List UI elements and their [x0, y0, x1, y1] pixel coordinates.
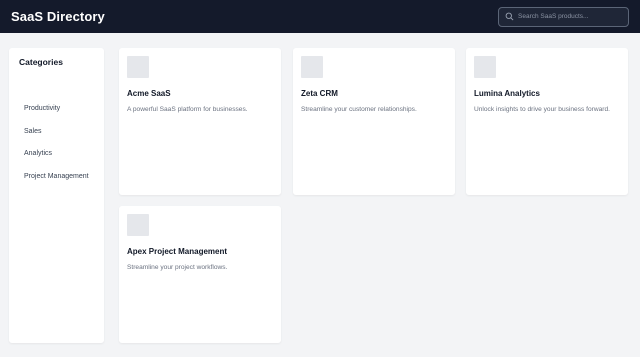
sidebar-title: Categories	[19, 57, 63, 67]
search-box[interactable]	[498, 6, 629, 27]
product-card-zeta-crm[interactable]: Zeta CRM Streamline your customer relati…	[293, 48, 455, 195]
product-card-acme-saas[interactable]: Acme SaaS A powerful SaaS platform for b…	[119, 48, 281, 195]
product-description: Unlock insights to drive your business f…	[474, 106, 610, 113]
sidebar-item-sales[interactable]: Sales	[24, 127, 99, 137]
categories-sidebar: Categories Productivity Sales Analytics …	[9, 48, 104, 343]
product-thumbnail	[301, 56, 323, 78]
sidebar-item-analytics[interactable]: Analytics	[24, 149, 99, 159]
search-input[interactable]	[518, 13, 622, 20]
product-name[interactable]: Lumina Analytics	[474, 89, 620, 98]
search-icon	[505, 12, 514, 21]
product-description: Streamline your project workflows.	[127, 264, 228, 271]
product-description: Streamline your customer relationships.	[301, 106, 417, 113]
product-name[interactable]: Apex Project Management	[127, 247, 273, 256]
product-name[interactable]: Zeta CRM	[301, 89, 447, 98]
top-bar: SaaS Directory	[0, 0, 640, 33]
category-list: Productivity Sales Analytics Project Man…	[24, 104, 99, 194]
product-thumbnail	[127, 214, 149, 236]
product-card-apex-project-management[interactable]: Apex Project Management Streamline your …	[119, 206, 281, 343]
product-thumbnail	[127, 56, 149, 78]
product-name[interactable]: Acme SaaS	[127, 89, 273, 98]
product-card-lumina-analytics[interactable]: Lumina Analytics Unlock insights to driv…	[466, 48, 628, 195]
product-description: A powerful SaaS platform for businesses.	[127, 106, 248, 113]
product-thumbnail	[474, 56, 496, 78]
app-title[interactable]: SaaS Directory	[11, 9, 105, 24]
sidebar-item-productivity[interactable]: Productivity	[24, 104, 99, 114]
sidebar-item-project-management[interactable]: Project Management	[24, 172, 99, 182]
